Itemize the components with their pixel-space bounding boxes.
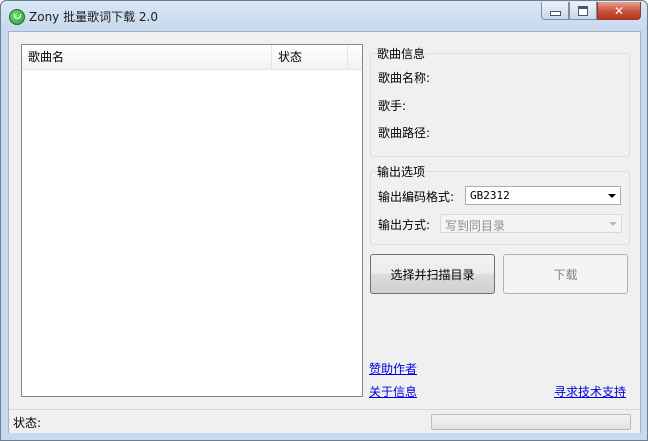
close-button[interactable]: ✕: [597, 2, 641, 20]
about-link[interactable]: 关于信息: [369, 383, 417, 400]
progress-bar: [431, 414, 631, 430]
column-header-song-name[interactable]: 歌曲名: [22, 45, 272, 69]
app-logo-icon: [9, 9, 25, 25]
chevron-down-icon: [609, 222, 617, 226]
output-options-group: 输出选项 输出编码格式: GB2312 输出方式: 写到同目录: [370, 163, 630, 245]
title-bar[interactable]: Zony 批量歌词下载 2.0 ✕: [1, 1, 647, 31]
scan-directory-button[interactable]: 选择并扫描目录: [370, 254, 495, 294]
tech-support-link[interactable]: 寻求技术支持: [554, 383, 626, 400]
close-icon: ✕: [613, 3, 625, 18]
encoding-label: 输出编码格式:: [378, 190, 455, 204]
window-title: Zony 批量歌词下载 2.0: [29, 10, 158, 24]
encoding-select-value: GB2312: [470, 189, 510, 202]
download-button[interactable]: 下载: [503, 254, 628, 294]
maximize-icon: [578, 5, 588, 16]
output-options-legend: 输出选项: [377, 165, 426, 179]
song-list-header: 歌曲名 状态: [22, 45, 362, 70]
chevron-down-icon: [608, 194, 616, 198]
output-method-select-value: 写到同目录: [445, 219, 506, 233]
client-area: 歌曲名 状态 歌曲信息 歌曲名称: 歌手: 歌曲路径: 输出选项 输出编码格式:…: [8, 31, 641, 433]
status-label: 状态:: [13, 416, 42, 430]
song-info-legend: 歌曲信息: [377, 47, 426, 61]
minimize-icon: [549, 11, 561, 16]
song-path-label: 歌曲路径:: [378, 126, 431, 140]
app-window: Zony 批量歌词下载 2.0 ✕ 歌曲名 状态 歌曲信息 歌曲名称: 歌手: …: [0, 0, 648, 441]
song-info-group: 歌曲信息 歌曲名称: 歌手: 歌曲路径:: [370, 45, 630, 157]
window-controls: ✕: [541, 2, 641, 21]
column-header-status[interactable]: 状态: [272, 45, 348, 69]
artist-label: 歌手:: [378, 99, 407, 113]
song-list[interactable]: 歌曲名 状态: [21, 44, 363, 397]
maximize-button[interactable]: [569, 2, 597, 20]
status-bar: 状态:: [9, 409, 640, 433]
encoding-select[interactable]: GB2312: [465, 186, 621, 205]
song-name-label: 歌曲名称:: [378, 71, 431, 85]
output-method-label: 输出方式:: [378, 218, 431, 232]
donate-link[interactable]: 赞助作者: [369, 360, 417, 377]
minimize-button[interactable]: [541, 2, 569, 20]
output-method-select[interactable]: 写到同目录: [440, 214, 622, 233]
